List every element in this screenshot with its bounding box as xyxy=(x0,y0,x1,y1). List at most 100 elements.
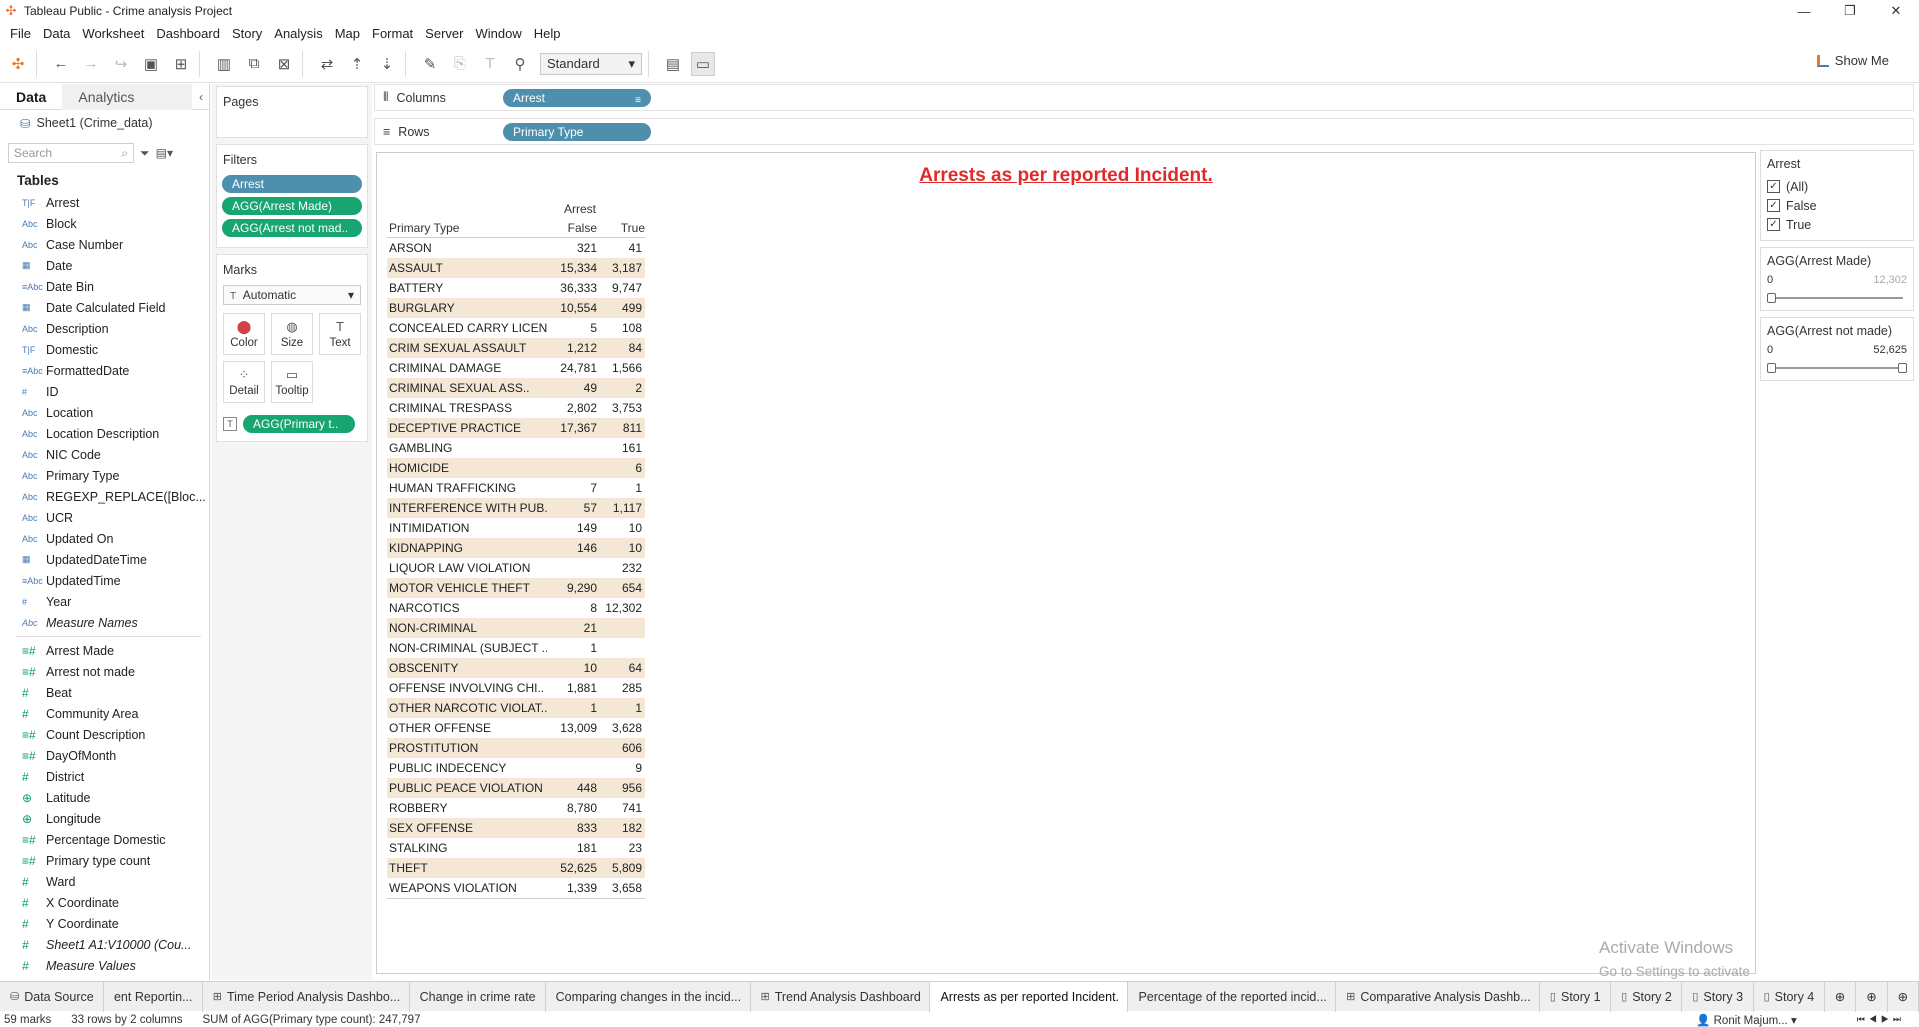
field-item[interactable]: ≡# Arrest not made xyxy=(0,661,209,682)
table-row[interactable]: KIDNAPPING 146 10 xyxy=(387,538,645,558)
save-icon[interactable]: ▣ xyxy=(139,52,163,76)
menu-server[interactable]: Server xyxy=(419,26,469,41)
table-row[interactable]: INTIMIDATION 149 10 xyxy=(387,518,645,538)
slider-handle-max[interactable] xyxy=(1898,363,1907,373)
pin-icon[interactable]: ⚲ xyxy=(508,52,532,76)
field-item[interactable]: Abc NIC Code xyxy=(0,444,209,465)
field-item[interactable]: Abc Case Number xyxy=(0,234,209,255)
table-row[interactable]: SEX OFFENSE 833 182 xyxy=(387,818,645,838)
sort-descending-icon[interactable]: ⇣ xyxy=(375,52,399,76)
table-row[interactable]: ROBBERY 8,780 741 xyxy=(387,798,645,818)
checkbox-option[interactable]: ✓ (All) xyxy=(1767,177,1907,196)
field-item[interactable]: # X Coordinate xyxy=(0,892,209,913)
field-item[interactable]: ≡# Count Description xyxy=(0,724,209,745)
columns-pill[interactable]: Arrest ≡ xyxy=(503,88,651,107)
menu-story[interactable]: Story xyxy=(226,26,268,41)
sort-ascending-icon[interactable]: ⇡ xyxy=(345,52,369,76)
field-item[interactable]: T|F Arrest xyxy=(0,192,209,213)
table-row[interactable]: ASSAULT 15,334 3,187 xyxy=(387,258,645,278)
sheet-tab[interactable]: ent Reportin... xyxy=(104,981,203,1012)
datasource-item[interactable]: ⛁ Sheet1 (Crime_data) xyxy=(0,110,209,136)
mark-tooltip-button[interactable]: ▭ Tooltip xyxy=(271,361,313,403)
table-row[interactable]: OTHER OFFENSE 13,009 3,628 xyxy=(387,718,645,738)
sheet-tab[interactable]: Change in crime rate xyxy=(410,981,546,1012)
clear-sheet-icon[interactable]: ⊠ xyxy=(272,52,296,76)
tab-analytics[interactable]: Analytics xyxy=(62,83,193,110)
menu-data[interactable]: Data xyxy=(37,26,76,41)
user-menu[interactable]: 👤 Ronit Majum... ▾ xyxy=(1696,1013,1797,1027)
table-row[interactable]: HUMAN TRAFFICKING 7 1 xyxy=(387,478,645,498)
mark-color-button[interactable]: ⬤ Color xyxy=(223,313,265,355)
checkbox-checked-icon[interactable]: ✓ xyxy=(1767,218,1780,231)
arrest-made-slider[interactable] xyxy=(1767,292,1907,304)
sheet-tab[interactable]: Arrests as per reported Incident. xyxy=(930,981,1129,1012)
table-row[interactable]: PUBLIC INDECENCY 9 xyxy=(387,758,645,778)
menu-format[interactable]: Format xyxy=(366,26,419,41)
replay-icon[interactable]: ↪ xyxy=(109,52,133,76)
table-row[interactable]: CRIMINAL DAMAGE 24,781 1,566 xyxy=(387,358,645,378)
field-item[interactable]: Abc Primary Type xyxy=(0,465,209,486)
swap-icon[interactable]: ⇄ xyxy=(315,52,339,76)
sheet-tab[interactable]: ⊞ Trend Analysis Dashboard xyxy=(751,981,931,1012)
table-row[interactable]: OBSCENITY 10 64 xyxy=(387,658,645,678)
table-row[interactable]: ARSON 321 41 xyxy=(387,238,645,258)
field-item[interactable]: # Ward xyxy=(0,871,209,892)
table-row[interactable]: NARCOTICS 8 12,302 xyxy=(387,598,645,618)
menu-dashboard[interactable]: Dashboard xyxy=(150,26,226,41)
sheet-tab[interactable]: ⛁ Data Source xyxy=(0,981,104,1012)
arrest-not-made-slider[interactable] xyxy=(1767,362,1907,374)
undo-icon[interactable]: ← xyxy=(49,52,73,76)
table-row[interactable]: CRIMINAL TRESPASS 2,802 3,753 xyxy=(387,398,645,418)
new-worksheet-icon[interactable]: ⊕ xyxy=(1825,981,1857,1012)
table-row[interactable]: HOMICIDE 6 xyxy=(387,458,645,478)
columns-shelf[interactable]: ⦀ Columns Arrest ≡ xyxy=(374,84,1914,111)
sheet-navigation[interactable]: ⏮◀▶⏭ xyxy=(1857,1014,1905,1025)
sheet-tab[interactable]: ▯ Story 1 xyxy=(1540,981,1612,1012)
mark-type-dropdown[interactable]: T Automatic ▾ xyxy=(223,285,361,305)
close-icon[interactable]: ✕ xyxy=(1873,0,1919,22)
collapse-icon[interactable]: ‹ xyxy=(199,90,203,104)
restore-icon[interactable]: ❐ xyxy=(1827,0,1873,22)
field-item[interactable]: Abc Location Description xyxy=(0,423,209,444)
table-row[interactable]: THEFT 52,625 5,809 xyxy=(387,858,645,878)
menu-worksheet[interactable]: Worksheet xyxy=(76,26,150,41)
table-row[interactable]: WEAPONS VIOLATION 1,339 3,658 xyxy=(387,878,645,898)
sheet-tab[interactable]: ▯ Story 3 xyxy=(1682,981,1754,1012)
filter-icon[interactable]: ⏷ xyxy=(140,146,150,161)
table-row[interactable]: NON-CRIMINAL (SUBJECT .. 1 xyxy=(387,638,645,658)
view-toggle-icon[interactable]: ▤▾ xyxy=(156,146,173,160)
field-item[interactable]: ≡# DayOfMonth xyxy=(0,745,209,766)
table-row[interactable]: NON-CRIMINAL 21 xyxy=(387,618,645,638)
highlight-icon[interactable]: ✎ xyxy=(418,52,442,76)
redo-icon[interactable]: → xyxy=(79,52,103,76)
minimize-icon[interactable]: — xyxy=(1781,0,1827,22)
pages-card[interactable]: Pages xyxy=(216,86,368,138)
table-row[interactable]: CRIMINAL SEXUAL ASS.. 49 2 xyxy=(387,378,645,398)
table-row[interactable]: GAMBLING 161 xyxy=(387,438,645,458)
filter-pill[interactable]: AGG(Arrest not mad.. xyxy=(222,219,362,237)
fit-dropdown[interactable]: Standard ▾ xyxy=(540,52,642,75)
mark-text-button[interactable]: T Text xyxy=(319,313,361,355)
new-story-icon[interactable]: ⊕ xyxy=(1888,981,1919,1012)
menu-analysis[interactable]: Analysis xyxy=(268,26,328,41)
presentation-mode-icon[interactable]: ▭ xyxy=(691,51,715,76)
mark-size-button[interactable]: ◍ Size xyxy=(271,313,313,355)
field-item[interactable]: # Beat xyxy=(0,682,209,703)
table-row[interactable]: DECEPTIVE PRACTICE 17,367 811 xyxy=(387,418,645,438)
table-row[interactable]: BURGLARY 10,554 499 xyxy=(387,298,645,318)
sheet-tab[interactable]: Comparing changes in the incid... xyxy=(546,981,751,1012)
field-item[interactable]: # ID xyxy=(0,381,209,402)
field-item[interactable]: Abc Measure Names xyxy=(0,612,209,633)
slider-handle-min[interactable] xyxy=(1767,363,1776,373)
checkbox-checked-icon[interactable]: ✓ xyxy=(1767,180,1780,193)
sheet-tab[interactable]: ⊞ Time Period Analysis Dashbo... xyxy=(203,981,410,1012)
field-item[interactable]: Abc Updated On xyxy=(0,528,209,549)
table-row[interactable]: STALKING 181 23 xyxy=(387,838,645,858)
table-row[interactable]: MOTOR VEHICLE THEFT 9,290 654 xyxy=(387,578,645,598)
slider-handle[interactable] xyxy=(1767,293,1776,303)
table-row[interactable]: BATTERY 36,333 9,747 xyxy=(387,278,645,298)
field-item[interactable]: Abc REGEXP_REPLACE([Bloc... xyxy=(0,486,209,507)
duplicate-sheet-icon[interactable]: ⧉ xyxy=(242,52,266,76)
field-item[interactable]: # Y Coordinate xyxy=(0,913,209,934)
menu-help[interactable]: Help xyxy=(528,26,567,41)
